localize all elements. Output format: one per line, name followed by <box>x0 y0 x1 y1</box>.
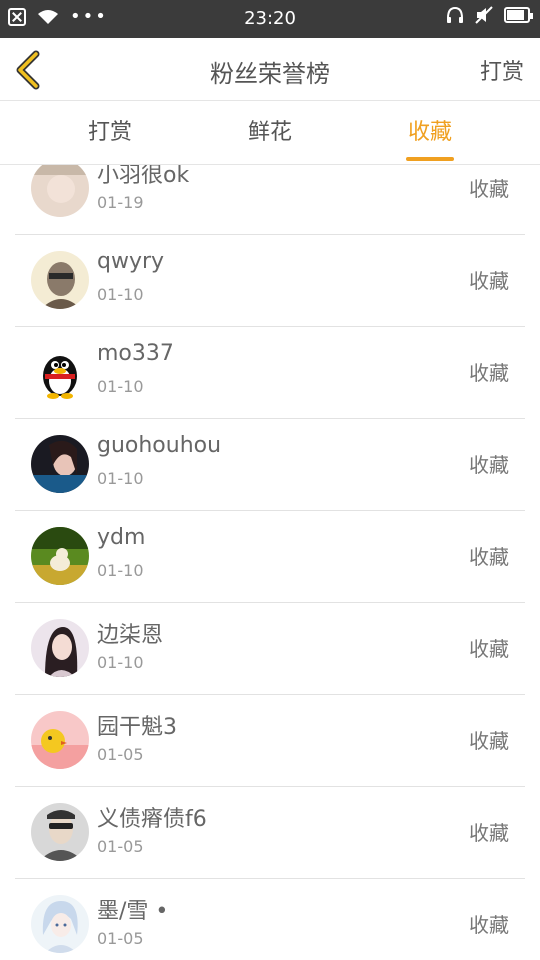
avatar[interactable] <box>31 435 89 493</box>
list-item[interactable]: qwyry 01-10 收藏 <box>15 235 525 327</box>
item-action-label: 收藏 <box>469 361 509 385</box>
avatar-puppy-icon <box>31 527 89 585</box>
list-item[interactable]: 边柒恩 01-10 收藏 <box>15 603 525 695</box>
avatar-girl-photo-icon <box>31 435 89 493</box>
tab-bar: 打赏 鲜花 收藏 <box>0 101 540 165</box>
tab-flowers[interactable]: 鲜花 <box>180 101 360 165</box>
avatar-cartoon-chick-icon <box>31 711 89 769</box>
avatar[interactable] <box>31 895 89 953</box>
active-tab-indicator <box>406 157 454 161</box>
user-name: 园干魁3 <box>97 715 177 740</box>
item-action-label: 收藏 <box>469 269 509 293</box>
avatar-photo-icon <box>31 165 89 217</box>
item-date: 01-10 <box>97 561 144 580</box>
user-name: guohouhou <box>97 433 222 458</box>
user-name: qwyry <box>97 249 165 274</box>
item-action-label: 收藏 <box>469 913 509 937</box>
item-date: 01-19 <box>97 193 144 212</box>
reward-button[interactable]: 打赏 <box>480 54 524 86</box>
item-action-label: 收藏 <box>469 821 509 845</box>
page-title: 粉丝荣誉榜 <box>210 60 330 88</box>
tab-reward[interactable]: 打赏 <box>20 101 200 165</box>
item-date: 01-10 <box>97 653 144 672</box>
avatar-woman-photo-icon <box>31 619 89 677</box>
user-name: 边柒恩 <box>97 623 164 648</box>
item-action-label: 收藏 <box>469 637 509 661</box>
tab-favorites-label: 收藏 <box>407 120 452 145</box>
fans-list[interactable]: 小羽很ok 01-19 收藏 qwyry 01-10 收藏 mo337 01-1… <box>0 165 540 960</box>
list-item[interactable]: 义债瘠债f6 01-05 收藏 <box>15 787 525 879</box>
list-item[interactable]: 小羽很ok 01-19 收藏 <box>15 165 525 235</box>
list-item[interactable]: ydm 01-10 收藏 <box>15 511 525 603</box>
avatar-man-sunglasses-icon <box>31 803 89 861</box>
status-bar: ••• 23:20 <box>0 0 540 38</box>
user-name: 墨/雪 • <box>97 899 169 924</box>
avatar-anime-character-icon <box>31 895 89 953</box>
tab-reward-label: 打赏 <box>87 120 132 145</box>
tab-flowers-label: 鲜花 <box>247 120 292 145</box>
tab-favorites[interactable]: 收藏 <box>340 101 520 165</box>
user-name: 义债瘠债f6 <box>97 807 207 832</box>
item-date: 01-10 <box>97 377 144 396</box>
avatar[interactable] <box>31 619 89 677</box>
battery-level <box>507 10 524 20</box>
headphones-icon <box>447 6 463 23</box>
item-date: 01-05 <box>97 745 144 764</box>
mute-icon <box>475 6 493 24</box>
item-action-label: 收藏 <box>469 453 509 477</box>
avatar-sketch-portrait-icon <box>31 251 89 309</box>
user-name: mo337 <box>97 341 174 366</box>
list-item[interactable]: guohouhou 01-10 收藏 <box>15 419 525 511</box>
list-item[interactable]: mo337 01-10 收藏 <box>15 327 525 419</box>
avatar[interactable] <box>31 165 89 217</box>
item-date: 01-10 <box>97 469 144 488</box>
item-action-label: 收藏 <box>469 177 509 201</box>
user-name: 小羽很ok <box>97 165 190 188</box>
avatar[interactable] <box>31 527 89 585</box>
item-date: 01-10 <box>97 285 144 304</box>
nav-bar: 粉丝荣誉榜 打赏 <box>0 38 540 101</box>
avatar[interactable] <box>31 343 89 401</box>
item-date: 01-05 <box>97 837 144 856</box>
battery-icon <box>504 7 533 23</box>
user-name: ydm <box>97 525 146 550</box>
penguin-icon <box>31 343 89 401</box>
item-action-label: 收藏 <box>469 545 509 569</box>
item-action-label: 收藏 <box>469 729 509 753</box>
list-item[interactable]: 墨/雪 • 01-05 收藏 <box>15 879 525 960</box>
avatar[interactable] <box>31 711 89 769</box>
item-date: 01-05 <box>97 929 144 948</box>
status-right <box>446 6 533 24</box>
avatar[interactable] <box>31 251 89 309</box>
list-item[interactable]: 园干魁3 01-05 收藏 <box>15 695 525 787</box>
avatar[interactable] <box>31 803 89 861</box>
